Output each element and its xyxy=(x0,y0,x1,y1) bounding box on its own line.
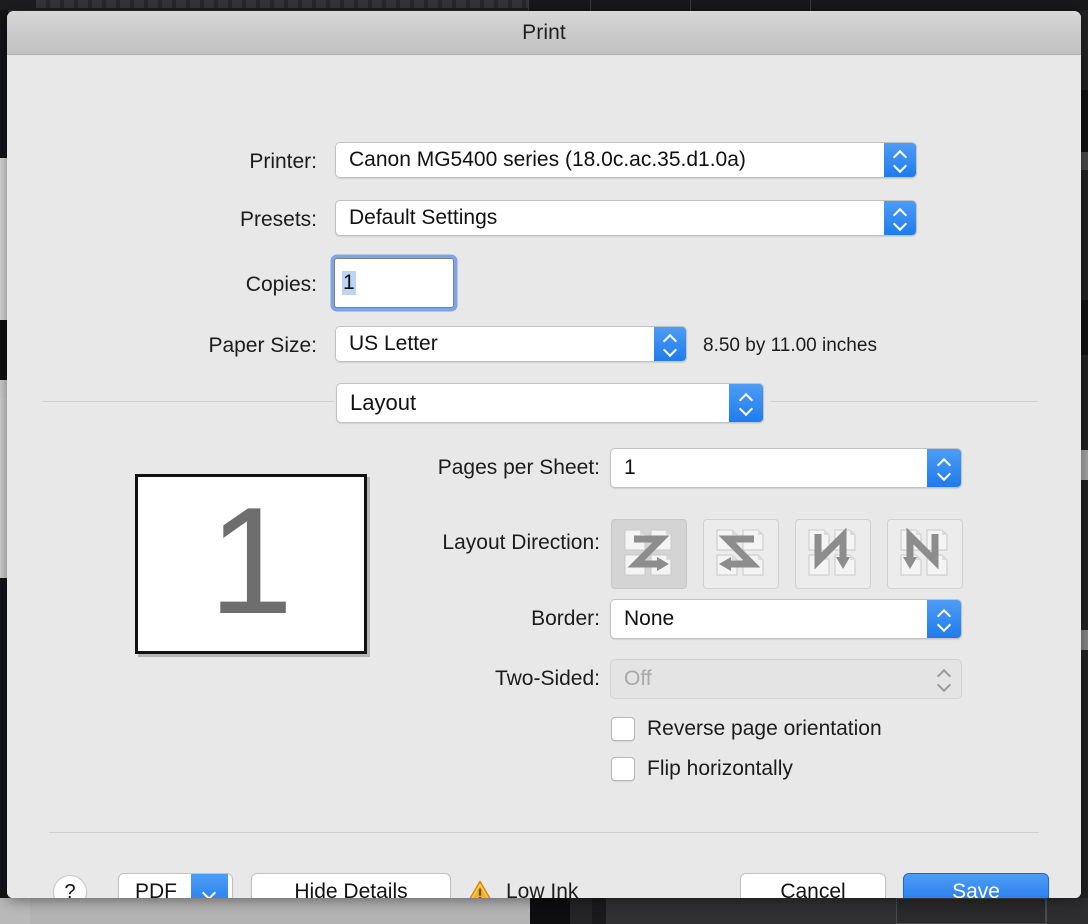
layout-direction-label: Layout Direction: xyxy=(442,531,600,554)
hide-details-label: Hide Details xyxy=(294,880,408,898)
pdf-button-label: PDF xyxy=(135,880,177,898)
reverse-page-orientation-row[interactable]: Reverse page orientation xyxy=(611,717,882,741)
two-sided-label: Two-Sided: xyxy=(494,667,600,690)
chevron-up-icon xyxy=(938,610,951,618)
two-sided-stepper xyxy=(927,660,961,698)
layout-down-across-left-icon xyxy=(900,527,948,576)
border-popup-stepper[interactable] xyxy=(927,600,961,638)
layout-across-down-left-icon xyxy=(716,529,764,576)
chevron-up-icon xyxy=(938,670,951,678)
reverse-page-orientation-label: Reverse page orientation xyxy=(647,717,882,740)
printer-popup-stepper[interactable] xyxy=(884,143,916,177)
pane-popup-stepper[interactable] xyxy=(729,384,763,422)
pages-per-sheet-value: 1 xyxy=(624,456,636,479)
chevron-down-icon xyxy=(938,470,951,478)
paper-size-popup[interactable]: US Letter xyxy=(335,326,687,362)
layout-direction-option-2[interactable] xyxy=(703,519,779,589)
chevron-up-icon xyxy=(894,209,907,217)
pane-popup[interactable]: Layout xyxy=(336,383,764,423)
help-button[interactable]: ? xyxy=(53,875,87,898)
dialog-title: Print xyxy=(522,20,566,44)
pdf-dropdown-arrow[interactable] xyxy=(191,874,228,898)
flip-horizontally-label: Flip horizontally xyxy=(647,757,793,780)
presets-label: Presets: xyxy=(239,208,317,231)
copies-value: 1 xyxy=(342,271,356,295)
presets-popup[interactable]: Default Settings xyxy=(335,200,917,236)
chevron-down-icon xyxy=(664,346,677,354)
flip-horizontally-row[interactable]: Flip horizontally xyxy=(611,757,793,781)
paper-size-dimensions: 8.50 by 11.00 inches xyxy=(703,335,877,356)
preview-page-number: 1 xyxy=(208,476,294,646)
pane-separator-right xyxy=(770,401,1038,402)
page-preview: 1 xyxy=(135,474,367,654)
save-button[interactable]: Save xyxy=(903,873,1049,898)
layout-direction-option-4[interactable] xyxy=(887,519,963,589)
layout-direction-option-1[interactable] xyxy=(611,519,687,589)
pages-per-sheet-popup[interactable]: 1 xyxy=(610,448,962,488)
paper-size-value: US Letter xyxy=(349,332,438,355)
question-mark-icon: ? xyxy=(64,880,76,899)
border-value: None xyxy=(624,607,675,630)
pane-value: Layout xyxy=(350,390,417,415)
printer-value: Canon MG5400 series (18.0c.ac.35.d1.0a) xyxy=(349,148,746,171)
chevron-up-icon xyxy=(894,151,907,159)
chevron-down-icon xyxy=(938,681,951,689)
chevron-down-icon xyxy=(203,889,216,897)
two-sided-popup: Off xyxy=(610,659,962,699)
copies-label: Copies: xyxy=(245,273,317,296)
border-popup[interactable]: None xyxy=(610,599,962,639)
print-dialog-body: Printer: Canon MG5400 series (18.0c.ac.3… xyxy=(7,55,1081,898)
layout-down-across-right-icon xyxy=(808,527,856,576)
layout-across-down-right-icon xyxy=(624,529,672,576)
presets-popup-stepper[interactable] xyxy=(884,201,916,235)
hide-details-button[interactable]: Hide Details xyxy=(251,873,451,898)
backdrop-bottom-bar xyxy=(0,898,1088,924)
two-sided-value: Off xyxy=(624,667,652,690)
border-label: Border: xyxy=(531,607,600,630)
flip-horizontally-checkbox[interactable] xyxy=(611,757,635,781)
low-ink-label: Low Ink xyxy=(506,880,579,898)
reverse-page-orientation-checkbox[interactable] xyxy=(611,717,635,741)
paper-size-label: Paper Size: xyxy=(208,334,317,357)
copies-input[interactable]: 1 xyxy=(334,258,454,308)
pages-per-sheet-stepper[interactable] xyxy=(927,449,961,487)
print-dialog: Print Printer: Canon MG5400 series (18.0… xyxy=(7,11,1081,898)
chevron-up-icon xyxy=(664,335,677,343)
presets-value: Default Settings xyxy=(349,206,498,229)
printer-popup[interactable]: Canon MG5400 series (18.0c.ac.35.d1.0a) xyxy=(335,142,917,178)
chevron-down-icon xyxy=(740,405,753,413)
chevron-up-icon xyxy=(740,394,753,402)
warning-triangle-icon xyxy=(469,880,491,898)
save-button-label: Save xyxy=(952,880,1000,898)
printer-label: Printer: xyxy=(249,150,317,173)
pdf-button[interactable]: PDF xyxy=(118,873,233,898)
chevron-down-icon xyxy=(894,220,907,228)
pane-separator-left xyxy=(42,401,334,402)
backdrop-right-strip xyxy=(1080,10,1088,924)
low-ink-status: Low Ink xyxy=(466,879,578,898)
paper-size-popup-stepper[interactable] xyxy=(654,327,686,361)
cancel-button[interactable]: Cancel xyxy=(740,873,886,898)
cancel-button-label: Cancel xyxy=(780,880,846,898)
dialog-titlebar: Print xyxy=(7,11,1081,55)
footer-separator xyxy=(49,832,1039,833)
chevron-down-icon xyxy=(894,162,907,170)
chevron-down-icon xyxy=(938,621,951,629)
pages-per-sheet-label: Pages per Sheet: xyxy=(437,456,600,479)
layout-direction-option-3[interactable] xyxy=(795,519,871,589)
chevron-up-icon xyxy=(938,459,951,467)
